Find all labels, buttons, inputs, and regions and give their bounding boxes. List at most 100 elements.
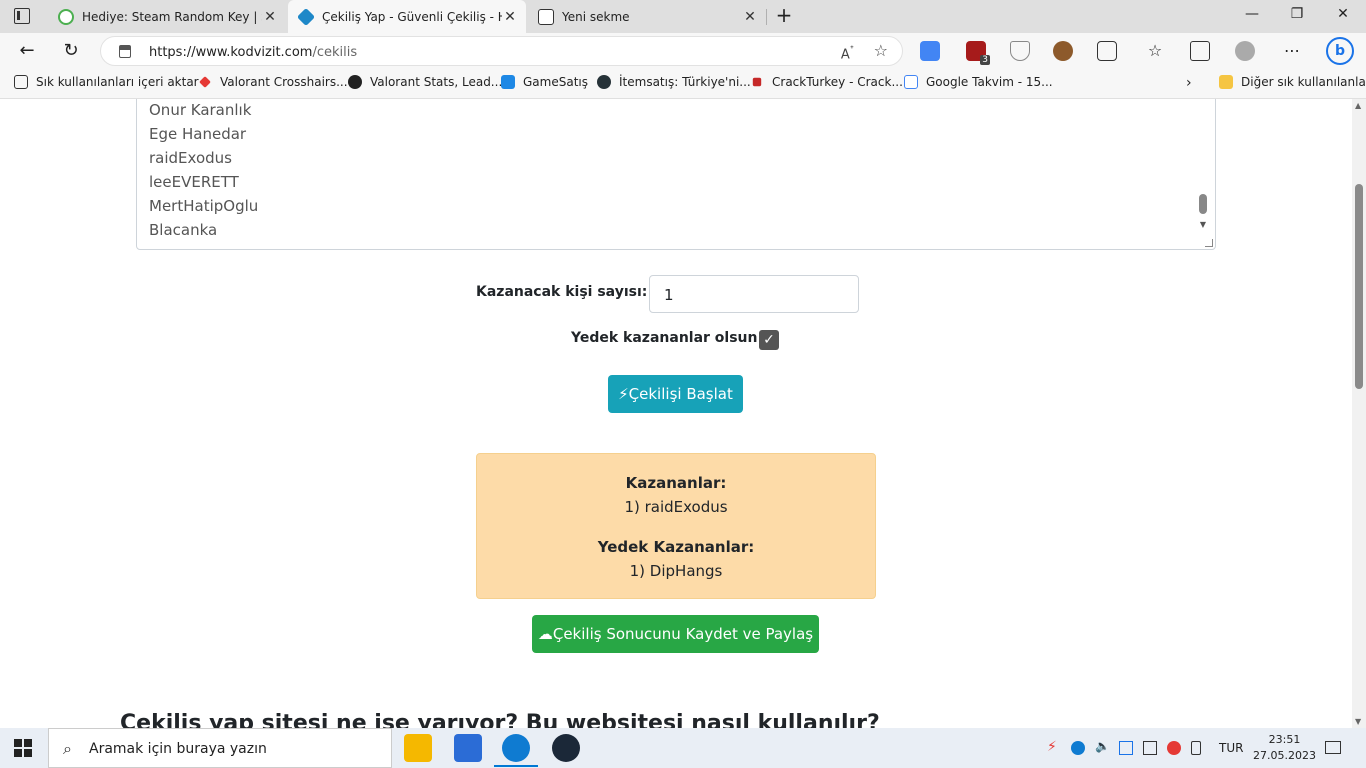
- bookmark-other-favorites[interactable]: Diğer sık kullanılanlar: [1219, 75, 1366, 89]
- add-favorite-icon[interactable]: ☆: [874, 41, 888, 60]
- bookmark-valorant-crosshairs[interactable]: Valorant Crosshairs...: [198, 75, 348, 89]
- collections-icon[interactable]: [1190, 41, 1210, 61]
- taskbar-search[interactable]: ⌕ Aramak için buraya yazın: [48, 728, 392, 768]
- minimize-button[interactable]: —: [1242, 6, 1262, 26]
- close-icon[interactable]: ✕: [742, 9, 758, 25]
- steam-icon[interactable]: [552, 734, 580, 762]
- page-content: Onur Karanlık Ege Hanedar raidExodus lee…: [0, 99, 1352, 728]
- notification-icon[interactable]: [1325, 741, 1341, 754]
- calendar-icon: [904, 75, 918, 89]
- refresh-button[interactable]: ↻: [60, 40, 82, 62]
- page-scrollbar[interactable]: ▲ ▼: [1352, 99, 1366, 728]
- tab-new[interactable]: Yeni sekme ✕: [528, 0, 766, 33]
- lightning-tray-icon[interactable]: ⚡: [1047, 739, 1057, 755]
- windows-start-icon[interactable]: [14, 739, 32, 757]
- bookmarks-overflow-chevron-icon[interactable]: ›: [1186, 75, 1192, 91]
- translate-extension-icon[interactable]: [920, 41, 940, 61]
- scroll-down-icon[interactable]: ▼: [1355, 717, 1361, 726]
- usb-icon[interactable]: [1191, 741, 1201, 755]
- bolt-icon: ⚡: [618, 385, 629, 403]
- address-bar[interactable]: https://www.kodvizit.com/cekilis Aᐩ ☆: [100, 36, 903, 66]
- participant-line: leeEVERETT: [149, 173, 239, 191]
- crosshair-icon: [199, 76, 211, 88]
- save-share-button[interactable]: ☁Çekiliş Sonucunu Kaydet ve Paylaş: [532, 615, 819, 653]
- close-icon[interactable]: ✕: [502, 9, 518, 25]
- itemsatis-icon: [597, 75, 611, 89]
- record-icon[interactable]: [1167, 741, 1181, 755]
- extension-badge: 3: [980, 55, 990, 65]
- edge-icon[interactable]: [502, 734, 530, 762]
- ublock-extension-icon[interactable]: 3: [966, 41, 990, 65]
- textarea-resize-grip[interactable]: [1205, 239, 1213, 247]
- edge-tray-icon[interactable]: [1071, 741, 1085, 755]
- shield-extension-icon[interactable]: [1010, 41, 1030, 61]
- clock[interactable]: 23:51 27.05.2023: [1253, 732, 1316, 764]
- close-window-button[interactable]: ✕: [1333, 6, 1353, 26]
- bookmarks-bar: Sık kullanılanları içeri aktar Valorant …: [0, 69, 1366, 99]
- winners-title: Kazananlar:: [625, 474, 727, 492]
- participant-line: MertHatipOglu: [149, 197, 259, 215]
- close-icon[interactable]: ✕: [262, 9, 278, 25]
- lock-icon[interactable]: [119, 45, 131, 58]
- cookie-extension-icon[interactable]: [1053, 41, 1073, 61]
- back-button[interactable]: ←: [16, 40, 38, 62]
- bookmark-gamesatis[interactable]: GameSatış: [501, 75, 588, 89]
- store-icon[interactable]: [454, 734, 482, 762]
- tab-strip: Hediye: Steam Random Key | Say ✕ Çekiliş…: [0, 0, 1366, 33]
- crackturkey-icon: [752, 77, 762, 87]
- display-icon[interactable]: [1143, 741, 1157, 755]
- participants-textarea[interactable]: Onur Karanlık Ege Hanedar raidExodus lee…: [136, 99, 1216, 250]
- winner-count-input[interactable]: 1: [649, 275, 859, 313]
- bookmark-google-calendar[interactable]: Google Takvim - 15...: [904, 75, 1053, 89]
- participant-line: Ege Hanedar: [149, 125, 247, 143]
- network-icon[interactable]: [1119, 741, 1133, 755]
- maximize-button[interactable]: ❐: [1287, 6, 1307, 26]
- bookmark-valorant-stats[interactable]: Valorant Stats, Lead...: [348, 75, 502, 89]
- volume-icon[interactable]: 🔈: [1095, 739, 1110, 753]
- navigation-bar: ← ↻ https://www.kodvizit.com/cekilis Aᐩ …: [0, 33, 1366, 69]
- search-icon: ⌕: [63, 739, 72, 758]
- participant-line: Blacanka: [149, 221, 218, 239]
- new-tab-button[interactable]: +: [773, 5, 795, 27]
- language-indicator[interactable]: TUR: [1219, 741, 1243, 755]
- winner-item: 1) raidExodus: [624, 498, 728, 516]
- read-aloud-icon[interactable]: Aᐩ: [841, 43, 854, 62]
- results-box: Kazananlar: 1) raidExodus Yedek Kazananl…: [476, 453, 876, 599]
- tracker-icon: [348, 75, 362, 89]
- file-explorer-icon[interactable]: [404, 734, 432, 762]
- folder-icon: [1219, 75, 1233, 89]
- winner-count-label: Kazanacak kişi sayısı:: [476, 284, 648, 300]
- cloud-icon: ☁: [537, 625, 553, 643]
- profile-avatar[interactable]: [1235, 41, 1255, 61]
- page-scrollbar-thumb[interactable]: [1355, 184, 1363, 389]
- backup-winners-checkbox[interactable]: ✓: [759, 330, 779, 350]
- backup-winner-item: 1) DipHangs: [629, 562, 723, 580]
- participant-line: raidExodus: [149, 149, 232, 167]
- gamesatis-icon: [501, 75, 515, 89]
- import-icon: [14, 75, 28, 89]
- window-menu-icon[interactable]: [14, 8, 30, 24]
- bookmark-import[interactable]: Sık kullanılanları içeri aktar: [14, 75, 199, 89]
- backup-winners-label: Yedek kazananlar olsun:: [571, 330, 764, 346]
- textarea-scrollbar-thumb[interactable]: [1199, 194, 1207, 214]
- favorites-icon[interactable]: ☆: [1144, 40, 1166, 62]
- kodvizit-icon: [296, 7, 316, 26]
- url-text[interactable]: https://www.kodvizit.com/cekilis: [149, 45, 357, 60]
- more-menu-icon[interactable]: ⋯: [1281, 40, 1303, 62]
- active-app-indicator: [494, 765, 538, 767]
- textarea-scroll-down-icon[interactable]: ▼: [1200, 220, 1206, 229]
- bookmark-itemsatis[interactable]: İtemsatış: Türkiye'ni...: [597, 75, 751, 89]
- section-heading: Çekiliş yap sitesi ne işe yarıyor? Bu we…: [120, 711, 880, 728]
- tab-separator: [766, 9, 767, 25]
- extensions-icon[interactable]: [1097, 41, 1117, 61]
- tab-cekilis[interactable]: Çekiliş Yap - Güvenli Çekiliş - Hızl ✕: [288, 0, 526, 33]
- tab-steam-key[interactable]: Hediye: Steam Random Key | Say ✕: [48, 0, 286, 33]
- new-tab-page-icon: [538, 8, 554, 25]
- start-draw-button[interactable]: ⚡Çekilişi Başlat: [608, 375, 743, 413]
- taskbar: ⌕ Aramak için buraya yazın ⚡ 🔈 TUR 23:51…: [0, 728, 1366, 768]
- backup-winners-title: Yedek Kazananlar:: [597, 538, 755, 556]
- bing-chat-icon[interactable]: b: [1326, 37, 1354, 65]
- bookmark-crackturkey[interactable]: CrackTurkey - Crack...: [750, 75, 903, 89]
- participant-line: Onur Karanlık: [149, 101, 252, 119]
- scroll-up-icon[interactable]: ▲: [1355, 101, 1361, 110]
